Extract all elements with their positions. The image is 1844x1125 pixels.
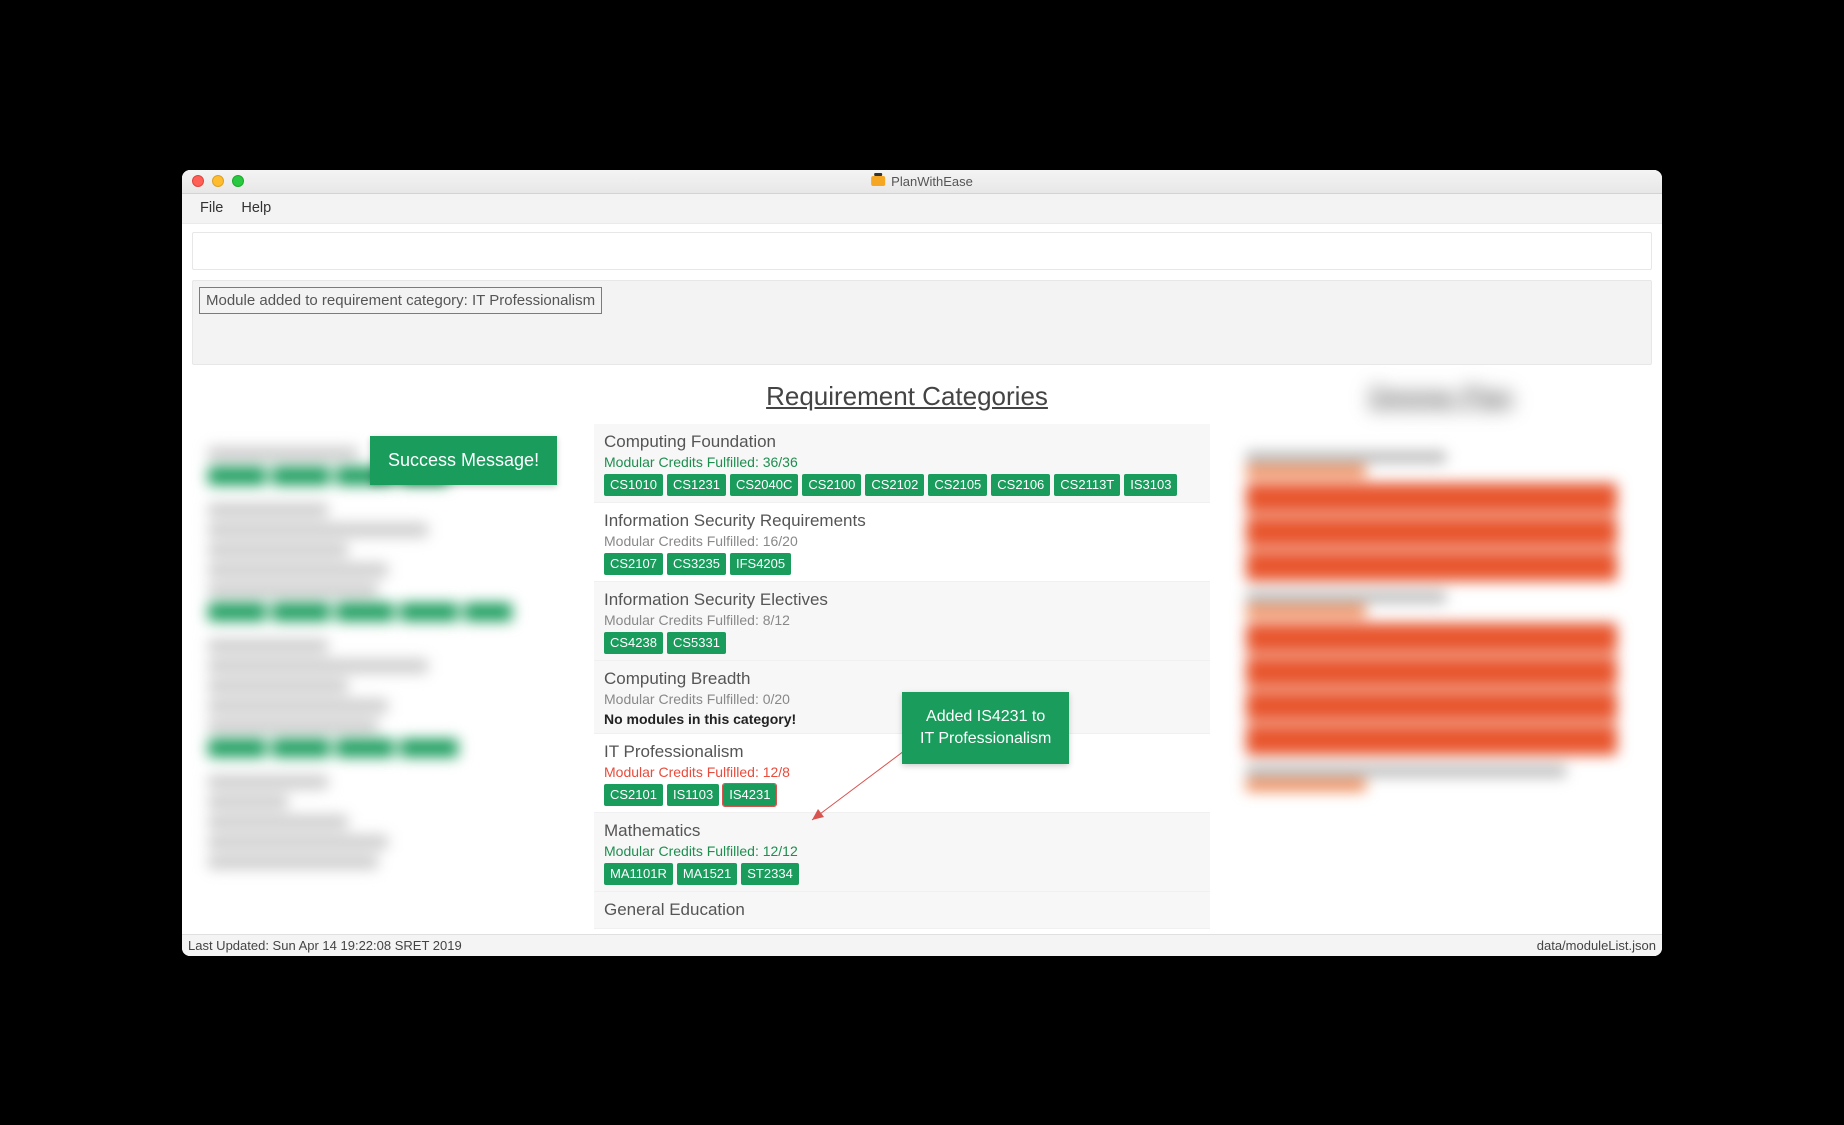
module-tags: CS2107CS3235IFS4205 (604, 553, 1200, 575)
category-title: Computing Breadth (604, 669, 1200, 689)
category-title: Information Security Electives (604, 590, 1200, 610)
callout-added-target: IT Professionalism (920, 730, 1051, 747)
window-controls (192, 175, 244, 187)
right-panel-title: Degree Plan (1226, 381, 1656, 412)
status-bar: Last Updated: Sun Apr 14 19:22:08 SRET 2… (182, 934, 1662, 956)
success-message-text: Module added to requirement category: IT… (199, 287, 602, 314)
center-panel: Requirement Categories Computing Foundat… (594, 371, 1220, 934)
status-left: Last Updated: Sun Apr 14 19:22:08 SRET 2… (188, 938, 462, 953)
module-tag[interactable]: CS2113T (1054, 474, 1120, 496)
category-credits: Modular Credits Fulfilled: 12/8 (604, 764, 1200, 780)
module-tags: CS4238CS5331 (604, 632, 1200, 654)
module-tag[interactable]: CS3235 (667, 553, 726, 575)
module-tag[interactable]: CS2100 (802, 474, 861, 496)
module-tag[interactable]: CS2105 (928, 474, 987, 496)
module-tag[interactable]: CS2101 (604, 784, 663, 806)
menubar: File Help (182, 194, 1662, 224)
status-right: data/moduleList.json (1537, 938, 1656, 953)
module-tag[interactable]: CS4238 (604, 632, 663, 654)
module-tags: CS1010CS1231CS2040CCS2100CS2102CS2105CS2… (604, 474, 1200, 496)
module-tag[interactable]: CS2106 (991, 474, 1050, 496)
module-tag[interactable]: CS1010 (604, 474, 663, 496)
module-tag[interactable]: IS4231 (723, 784, 776, 806)
maximize-window-button[interactable] (232, 175, 244, 187)
module-tags: CS2101IS1103IS4231 (604, 784, 1200, 806)
command-input[interactable] (192, 232, 1652, 270)
callout-success: Success Message! (370, 436, 557, 485)
window-title: PlanWithEase (871, 174, 973, 189)
module-tag[interactable]: IS3103 (1124, 474, 1177, 496)
menu-help[interactable]: Help (241, 200, 271, 216)
category-title: Computing Foundation (604, 432, 1200, 452)
callout-added: Added IS4231 to IT Professionalism (902, 692, 1069, 765)
app-title-text: PlanWithEase (891, 174, 973, 189)
category-title: General Education (604, 900, 1200, 920)
app-icon (871, 176, 885, 186)
categories-scroll[interactable]: Computing Foundation Modular Credits Fulf… (594, 424, 1220, 934)
module-tags: MA1101RMA1521ST2334 (604, 863, 1200, 885)
module-tag[interactable]: MA1101R (604, 863, 673, 885)
module-tag[interactable]: ST2334 (741, 863, 799, 885)
module-tag[interactable]: CS5331 (667, 632, 726, 654)
category-block: General Education (594, 892, 1210, 929)
category-title: Information Security Requirements (604, 511, 1200, 531)
callout-added-module: IS4231 (977, 708, 1028, 725)
titlebar: PlanWithEase (182, 170, 1662, 194)
module-tag[interactable]: CS2107 (604, 553, 663, 575)
category-credits: Modular Credits Fulfilled: 12/12 (604, 843, 1200, 859)
module-tag[interactable]: IS1103 (667, 784, 719, 806)
close-window-button[interactable] (192, 175, 204, 187)
minimize-window-button[interactable] (212, 175, 224, 187)
app-window: PlanWithEase File Help Module added to r… (182, 170, 1662, 956)
right-panel: Degree Plan (1226, 371, 1656, 934)
message-area: Module added to requirement category: IT… (192, 280, 1652, 365)
category-credits: Modular Credits Fulfilled: 16/20 (604, 533, 1200, 549)
module-tag[interactable]: CS2102 (865, 474, 924, 496)
right-panel-blurred-content: Degree Plan (1226, 371, 1656, 934)
callout-added-mid: to (1027, 708, 1045, 725)
module-tag[interactable]: MA1521 (677, 863, 737, 885)
center-panel-title: Requirement Categories (594, 371, 1220, 424)
category-block: Information Security Electives Modular Cr… (594, 582, 1210, 661)
category-title: Mathematics (604, 821, 1200, 841)
module-tag[interactable]: IFS4205 (730, 553, 791, 575)
category-block: Mathematics Modular Credits Fulfilled: 12… (594, 813, 1210, 892)
callout-success-text: Success Message! (388, 450, 539, 470)
callout-added-prefix: Added (926, 708, 977, 725)
menu-file[interactable]: File (200, 200, 223, 216)
category-block: Computing Foundation Modular Credits Fulf… (594, 424, 1210, 503)
category-credits: Modular Credits Fulfilled: 8/12 (604, 612, 1200, 628)
module-tag[interactable]: CS2040C (730, 474, 798, 496)
module-tag[interactable]: CS1231 (667, 474, 726, 496)
category-block: Information Security Requirements Modular… (594, 503, 1210, 582)
category-credits: Modular Credits Fulfilled: 36/36 (604, 454, 1200, 470)
